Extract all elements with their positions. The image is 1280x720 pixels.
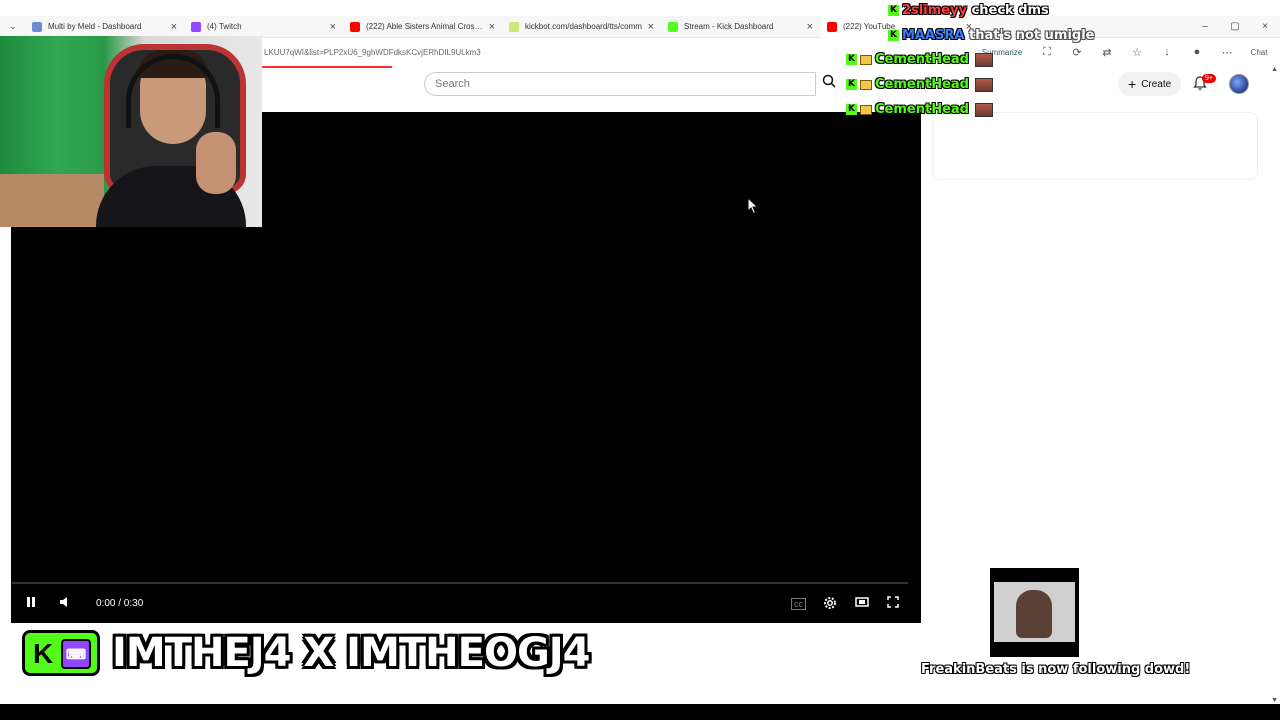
fullscreen-icon[interactable] <box>887 596 899 611</box>
search-placeholder: Search <box>435 78 470 90</box>
browser-tab[interactable]: (222) Able Sisters Animal Crossing × <box>344 16 503 38</box>
close-tab-icon[interactable]: × <box>330 21 336 33</box>
pause-icon[interactable] <box>25 596 37 611</box>
banner-text: IMTHEJ4 X IMTHEOGJ4 <box>112 630 591 676</box>
profile-icon[interactable]: ● <box>1182 46 1212 58</box>
captions-icon[interactable]: cc <box>791 598 806 610</box>
address-bar[interactable]: LKUU7qWI&list=PLP2xU6_9ghWDFdksKCvjERhDI… <box>262 43 1280 61</box>
overlay-chat-message: K CementHead <box>846 52 993 67</box>
search-icon[interactable] <box>822 74 836 91</box>
page-load-progress <box>262 66 392 68</box>
chat-username: CementHead <box>875 77 969 92</box>
kickbot-favicon-icon <box>509 21 519 32</box>
stream-banner: K ⌨ IMTHEJ4 X IMTHEOGJ4 <box>22 628 591 678</box>
chat-username: MAASRA <box>902 28 965 43</box>
youtube-favicon-icon <box>350 21 360 32</box>
minimize-icon[interactable]: – <box>1190 16 1220 38</box>
chat-username: CementHead <box>875 52 969 67</box>
kick-badge-icon: K <box>846 79 857 90</box>
follow-alert-image <box>990 568 1079 657</box>
mod-badge-icon <box>860 79 872 90</box>
chat-button[interactable]: Chat <box>1242 48 1276 57</box>
close-window-icon[interactable]: × <box>1250 16 1280 38</box>
screenshot-icon[interactable]: ⛶ <box>1032 46 1062 59</box>
create-button[interactable]: + Create <box>1118 72 1182 96</box>
youtube-favicon-icon <box>827 21 837 32</box>
chat-emote-icon <box>974 52 993 67</box>
webcam-person-hand <box>196 132 236 194</box>
browser-tab[interactable]: (4) Twitch × <box>185 16 344 38</box>
tab-search-chevron-icon[interactable]: ⌄ <box>0 16 26 38</box>
download-icon[interactable]: ↓ <box>1152 46 1182 58</box>
bottom-black-strip <box>0 704 1280 720</box>
twitch-favicon-icon <box>191 21 201 32</box>
overlay-chat-message: K CementHead <box>846 77 993 92</box>
kick-favicon-icon <box>668 21 678 32</box>
favorites-icon[interactable]: ☆ <box>1122 46 1152 59</box>
video-time: 0:00 / 0:30 <box>96 598 144 609</box>
side-panel <box>932 112 1258 180</box>
twitch-logo-icon: ⌨ <box>61 639 91 669</box>
account-avatar[interactable] <box>1229 74 1249 94</box>
chat-text: check dms <box>971 3 1049 18</box>
kick-twitch-logo: K ⌨ <box>22 630 100 676</box>
kick-badge-icon: K <box>888 30 899 41</box>
chat-emote-icon <box>974 77 993 92</box>
plus-icon: + <box>1128 76 1137 92</box>
overlay-chat-message: K 2slimeyy check dms <box>888 3 1049 18</box>
tab-favicon-icon <box>32 21 42 32</box>
chat-text: that's not umigle <box>969 28 1095 43</box>
alert-image-person <box>1016 590 1052 638</box>
translate-icon[interactable]: ⇄ <box>1092 46 1122 59</box>
chat-username: 2slimeyy <box>902 3 968 18</box>
window-controls: – ▢ × <box>1190 16 1280 38</box>
extension-icon[interactable]: ⟳ <box>1062 46 1092 59</box>
streamer-webcam <box>0 36 262 227</box>
mod-badge-icon <box>860 54 872 65</box>
video-progress-bar[interactable] <box>12 582 908 584</box>
more-options-icon[interactable]: ⋯ <box>1212 46 1242 59</box>
settings-gear-icon[interactable] <box>823 596 837 613</box>
overlay-chat-message: K MAASRA that's not umigle <box>888 28 1095 43</box>
notification-count-badge: 9+ <box>1202 74 1216 83</box>
theater-mode-icon[interactable] <box>855 596 869 611</box>
close-tab-icon[interactable]: × <box>171 21 177 33</box>
create-label: Create <box>1141 78 1172 90</box>
kick-badge-icon: K <box>888 5 899 16</box>
close-tab-icon[interactable]: × <box>807 21 813 33</box>
scroll-down-arrow-icon[interactable]: ▼ <box>1271 697 1278 704</box>
overlay-chat-message: K CementHead <box>846 102 993 117</box>
close-tab-icon[interactable]: × <box>648 21 654 33</box>
player-controls: 0:00 / 0:30 cc <box>11 594 921 616</box>
kick-badge-icon: K <box>846 104 857 115</box>
maximize-icon[interactable]: ▢ <box>1220 16 1250 38</box>
browser-tab[interactable]: Multi by Meld - Dashboard × <box>26 16 185 38</box>
mod-badge-icon <box>860 104 872 115</box>
url-text[interactable]: LKUU7qWI&list=PLP2xU6_9ghWDFdksKCvjERhDI… <box>262 48 481 57</box>
scroll-up-arrow-icon[interactable]: ▲ <box>1271 66 1278 73</box>
close-tab-icon[interactable]: × <box>489 21 495 33</box>
browser-toolbar: Summarize ⛶ ⟳ ⇄ ☆ ↓ ● ⋯ Chat <box>972 43 1276 61</box>
kick-logo-icon: K <box>33 638 54 669</box>
chat-username: CementHead <box>875 102 969 117</box>
follow-alert-text: FreakinBeats is now following dowd! <box>921 662 1191 677</box>
webcam-couch <box>0 174 104 227</box>
browser-tab[interactable]: kickbot.com/dashboard/tts/comm × <box>503 16 662 38</box>
browser-tab[interactable]: Stream - Kick Dashboard × <box>662 16 821 38</box>
volume-icon[interactable] <box>59 596 73 611</box>
screen: ⌄ Multi by Meld - Dashboard × (4) Twitch… <box>0 0 1280 720</box>
kick-badge-icon: K <box>846 54 857 65</box>
search-input[interactable]: Search <box>424 72 816 96</box>
chat-emote-icon <box>974 102 993 117</box>
